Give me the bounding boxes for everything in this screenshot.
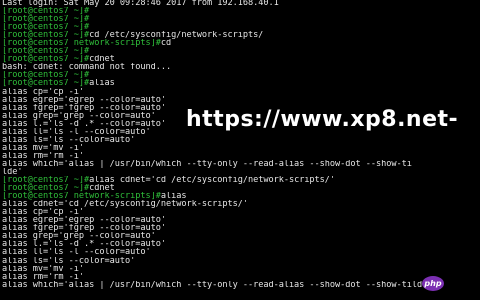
terminal-text: alias ll='ls -l --color=auto' <box>2 248 151 257</box>
terminal-line: [root@centos7 network-scripts]#cd <box>2 39 478 47</box>
terminal-line: [root@centos7 ~]# <box>2 47 478 55</box>
shell-prompt: [root@centos7 ~]# <box>2 23 90 32</box>
terminal-text: alias mv='mv -i' <box>2 143 84 152</box>
terminal-line: bash: cdnet: command not found... <box>2 63 478 71</box>
terminal-text: alias cp='cp -i' <box>2 208 84 217</box>
php-badge: php <box>422 276 444 291</box>
terminal-line: alias mv='mv -i' <box>2 144 478 152</box>
terminal-text: cdnet <box>89 184 115 193</box>
terminal-line: alias which='alias | /usr/bin/which --tt… <box>2 160 478 168</box>
terminal-text: alias which='alias | /usr/bin/which --tt… <box>2 280 433 289</box>
terminal-line: alias cdnet='cd /etc/sysconfig/network-s… <box>2 200 478 208</box>
watermark-text: https://www.xp8.net- <box>186 107 459 132</box>
terminal-line: alias fgrep='fgrep --color=auto' <box>2 224 478 232</box>
terminal-text: alias <box>89 79 115 88</box>
shell-prompt: [root@centos7 ~]# <box>2 15 90 24</box>
terminal-line: [root@centos7 network-scripts]#alias <box>2 192 478 200</box>
terminal-text: lde' <box>2 167 23 177</box>
terminal-text: Last login: Sat May 20 09:28:46 2017 fro… <box>2 0 279 8</box>
terminal-line: alias rm='rm -i' <box>2 273 478 281</box>
shell-prompt: [root@centos7 ~]# <box>2 7 90 16</box>
terminal-text: alias rm='rm -i' <box>2 151 84 160</box>
shell-prompt: [root@centos7 ~]# <box>2 176 90 185</box>
terminal-line: Last login: Sat May 20 09:28:46 2017 fro… <box>2 0 478 7</box>
terminal-text: alias ls='ls --color=auto' <box>2 256 136 265</box>
terminal-line: alias egrep='egrep --color=auto' <box>2 96 478 104</box>
terminal-line: alias ls='ls --color=auto' <box>2 136 478 144</box>
terminal-text: alias l.='ls -d .* --color=auto' <box>2 119 166 128</box>
terminal-text: alias ls='ls --color=auto' <box>2 135 136 144</box>
terminal-text: alias cp='cp -i' <box>2 87 84 96</box>
terminal-text: cd /etc/sysconfig/network-scripts/ <box>89 31 264 40</box>
terminal-line: [root@centos7 ~]# <box>2 71 478 79</box>
terminal-line: [root@centos7 ~]#cdnet <box>2 184 478 192</box>
terminal-text: alias ll='ls -l --color=auto' <box>2 127 151 136</box>
terminal-line: [root@centos7 ~]# <box>2 23 478 31</box>
terminal-text: alias fgrep='fgrep --color=auto' <box>2 224 166 233</box>
terminal-output[interactable]: Last login: Sat May 20 09:28:46 2017 fro… <box>2 0 478 289</box>
terminal-line: alias cp='cp -i' <box>2 88 478 96</box>
terminal-text: alias cdnet='cd /etc/sysconfig/network-s… <box>2 200 248 209</box>
terminal-text: alias which='alias | /usr/bin/which --tt… <box>2 159 412 168</box>
terminal-line: alias ll='ls -l --color=auto' <box>2 248 478 256</box>
terminal-text: bash: cdnet: command not found... <box>2 63 172 72</box>
shell-prompt: [root@centos7 ~]# <box>2 31 90 40</box>
terminal-line: alias which='alias | /usr/bin/which --tt… <box>2 281 478 289</box>
terminal-line: alias rm='rm -i' <box>2 152 478 160</box>
terminal-text: alias mv='mv -i' <box>2 264 84 273</box>
terminal-text: alias egrep='egrep --color=auto' <box>2 95 166 104</box>
shell-prompt: [root@centos7 ~]# <box>2 79 90 88</box>
terminal-line: [root@centos7 ~]# <box>2 15 478 23</box>
shell-prompt: [root@centos7 network-scripts]# <box>2 39 161 48</box>
terminal-line: alias mv='mv -i' <box>2 265 478 273</box>
terminal-text: cdnet <box>89 55 115 64</box>
terminal-line: alias grep='grep --color=auto' <box>2 232 478 240</box>
terminal-text: cd <box>160 39 172 48</box>
shell-prompt: [root@centos7 network-scripts]# <box>2 192 161 201</box>
terminal-text: alias l.='ls -d .* --color=auto' <box>2 240 166 249</box>
shell-prompt: [root@centos7 ~]# <box>2 71 90 80</box>
terminal-line: lde' <box>2 168 478 176</box>
terminal-line: alias l.='ls -d .* --color=auto' <box>2 240 478 248</box>
terminal-text: alias egrep='egrep --color=auto' <box>2 216 166 225</box>
terminal-text: alias cdnet='cd /etc/sysconfig/network-s… <box>89 176 336 185</box>
shell-prompt: [root@centos7 ~]# <box>2 184 90 193</box>
shell-prompt: [root@centos7 ~]# <box>2 47 90 56</box>
terminal-line: alias cp='cp -i' <box>2 208 478 216</box>
terminal-line: alias ls='ls --color=auto' <box>2 257 478 265</box>
terminal-line: [root@centos7 ~]#alias cdnet='cd /etc/sy… <box>2 176 478 184</box>
terminal-line: [root@centos7 ~]#cd /etc/sysconfig/netwo… <box>2 31 478 39</box>
terminal-text: alias grep='grep --color=auto' <box>2 111 156 120</box>
terminal-line: alias egrep='egrep --color=auto' <box>2 216 478 224</box>
terminal-line: [root@centos7 ~]# <box>2 7 478 15</box>
terminal-text: alias rm='rm -i' <box>2 272 84 281</box>
shell-prompt: [root@centos7 ~]# <box>2 55 90 64</box>
terminal-line: [root@centos7 ~]#alias <box>2 79 478 87</box>
terminal-text: alias fgrep='fgrep --color=auto' <box>2 103 166 112</box>
terminal-line: [root@centos7 ~]#cdnet <box>2 55 478 63</box>
terminal-text: alias <box>160 192 187 201</box>
terminal-text: alias grep='grep --color=auto' <box>2 232 156 241</box>
